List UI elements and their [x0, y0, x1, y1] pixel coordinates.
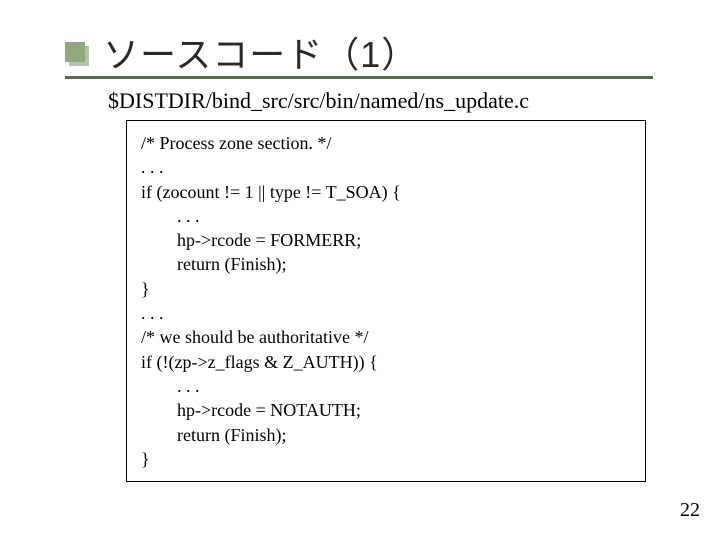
title-row: ソースコード（1）	[65, 26, 418, 78]
title-bullet-icon	[65, 42, 85, 62]
code-listing: /* Process zone section. */ . . . if (zo…	[141, 131, 631, 471]
source-file-path: $DISTDIR/bind_src/src/bin/named/ns_updat…	[108, 88, 529, 114]
slide: ソースコード（1） $DISTDIR/bind_src/src/bin/name…	[0, 0, 720, 540]
code-listing-box: /* Process zone section. */ . . . if (zo…	[126, 120, 646, 482]
slide-title: ソースコード（1）	[103, 26, 418, 78]
page-number: 22	[680, 499, 700, 522]
title-underline	[65, 76, 653, 79]
